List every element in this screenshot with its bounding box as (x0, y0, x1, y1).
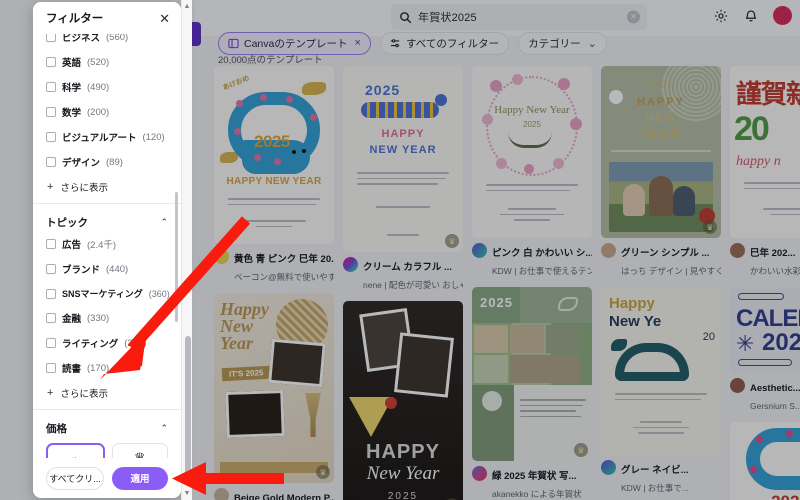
filter-option-count: (560) (106, 34, 129, 43)
scrollbar-thumb[interactable] (184, 336, 191, 476)
filter-option-count: (120) (142, 131, 165, 143)
section-header-topic[interactable]: トピック ⌃ (46, 215, 168, 230)
show-more-label: さらに表示 (60, 183, 108, 194)
filter-option-label: ライティング (62, 339, 119, 350)
show-more-topics[interactable]: + さらに表示 (47, 386, 168, 400)
filter-option-finance[interactable]: 金融 (330) (46, 311, 168, 325)
plus-icon: + (47, 387, 54, 399)
filter-option-label: デザイン (62, 158, 101, 169)
checkbox[interactable] (46, 239, 56, 249)
section-header-price[interactable]: 価格 ⌃ (46, 421, 168, 436)
filter-option-writing[interactable]: ライティング (260) (46, 336, 168, 350)
checkbox[interactable] (46, 313, 56, 323)
filter-option-count: (260) (124, 337, 147, 349)
filter-panel-body[interactable]: ビジネス (560) 英語 (520) 科学 (490) 数学 (200) ビジ… (33, 34, 181, 458)
filter-panel-footer: すべてクリ... 適用 (33, 458, 181, 498)
filter-option-count: (440) (106, 263, 129, 275)
filter-option-count: (200) (87, 106, 110, 118)
filter-option-count: (330) (87, 312, 110, 324)
show-more-languages[interactable]: + さらに表示 (47, 180, 168, 194)
filter-option-label: 金融 (62, 314, 82, 325)
filter-option-visual-art[interactable]: ビジュアルアート (120) (46, 130, 168, 144)
filter-option-label: ブランド (62, 265, 101, 276)
filter-option-brand[interactable]: ブランド (440) (46, 262, 168, 276)
filter-option-label: 科学 (62, 83, 82, 94)
filter-option-label: ビジネス (62, 34, 101, 44)
filter-option-count: (490) (87, 81, 110, 93)
free-icon: ⌁ (71, 452, 79, 458)
filter-panel: フィルター ✕ ビジネス (560) 英語 (520) 科学 (490) 数学 … (33, 2, 181, 498)
filter-option-count: (2.4千) (87, 240, 117, 251)
filter-option-design[interactable]: デザイン (89) (46, 155, 168, 169)
price-option-canva-pro[interactable]: ♛ Canvaプロ (111, 443, 168, 458)
filter-option-reading[interactable]: 読書 (170) (46, 361, 168, 375)
filter-panel-scrollbar[interactable] (174, 192, 178, 322)
checkbox[interactable] (46, 264, 56, 274)
filter-option-english[interactable]: 英語 (520) (46, 55, 168, 69)
show-more-label: さらに表示 (60, 389, 108, 400)
filter-option-label: 数学 (62, 108, 82, 119)
price-option-free[interactable]: ⌁ Free (46, 443, 105, 458)
checkbox[interactable] (46, 57, 56, 67)
crown-icon: ♛ (133, 450, 146, 458)
checkbox[interactable] (46, 82, 56, 92)
scroll-up-arrow[interactable]: ▲ (184, 0, 191, 13)
filter-panel-header: フィルター ✕ (33, 2, 181, 34)
filter-panel-title: フィルター (46, 13, 104, 25)
chevron-up-icon[interactable]: ⌃ (160, 423, 168, 434)
filter-option-science[interactable]: 科学 (490) (46, 80, 168, 94)
filter-option-label: 英語 (62, 58, 82, 69)
divider (33, 203, 181, 204)
scroll-down-arrow[interactable]: ▼ (184, 487, 191, 500)
filter-option-count: (360) (148, 288, 170, 299)
divider (33, 409, 181, 410)
filter-option-label: 読書 (62, 364, 82, 375)
filter-option-label: SNSマーケティング (62, 289, 143, 299)
app-root: 年賀状2025 ✕ Canvaのテンプレート × すべてのフィルター カテゴリー… (0, 0, 800, 500)
clear-all-button[interactable]: すべてクリ... (46, 466, 104, 490)
checkbox[interactable] (46, 338, 56, 348)
plus-icon: + (47, 181, 54, 193)
window-scrollbar[interactable]: ▲ ▼ (181, 0, 192, 500)
filter-option-business[interactable]: ビジネス (560) (46, 34, 168, 44)
close-icon[interactable]: ✕ (159, 12, 170, 25)
apply-button[interactable]: 適用 (112, 466, 168, 490)
section-title: トピック (46, 217, 88, 229)
filter-option-count: (170) (87, 362, 110, 374)
checkbox[interactable] (46, 288, 56, 299)
filter-option-count: (89) (106, 156, 123, 168)
checkbox[interactable] (46, 132, 56, 142)
filter-option-count: (520) (87, 56, 110, 68)
checkbox[interactable] (46, 34, 56, 42)
filter-option-label: ビジュアルアート (62, 133, 137, 144)
checkbox[interactable] (46, 157, 56, 167)
filter-option-math[interactable]: 数学 (200) (46, 105, 168, 119)
checkbox[interactable] (46, 107, 56, 117)
chevron-up-icon[interactable]: ⌃ (160, 217, 168, 228)
price-options: ⌁ Free ♛ Canvaプロ (46, 443, 168, 458)
filter-option-label: 広告 (62, 240, 82, 251)
filter-option-sns-marketing[interactable]: SNSマーケティング (360) (46, 287, 170, 300)
filter-option-ads[interactable]: 広告 (2.4千) (46, 237, 168, 251)
section-title: 価格 (46, 423, 67, 435)
checkbox[interactable] (46, 363, 56, 373)
